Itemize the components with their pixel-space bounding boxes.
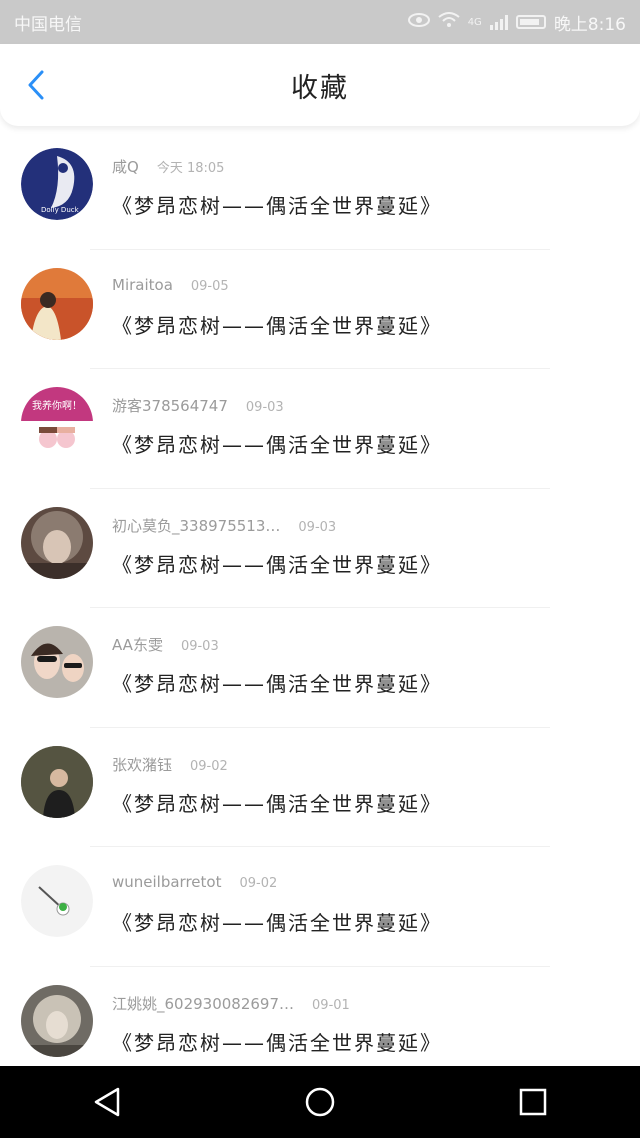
network-type-label: 4G (467, 16, 482, 28)
timestamp: 09-05 (190, 278, 229, 294)
clock-label: 晚上8:16 (553, 14, 626, 35)
list-item[interactable]: Miraitoa 09-05 《梦昂恋树——偶活全世界蔓延》 (0, 250, 640, 369)
avatar (21, 506, 93, 579)
user-name[interactable]: 初心莫负_338975513… (112, 517, 280, 535)
user-name[interactable]: 游客378564747 (112, 397, 228, 415)
square-recents-icon (520, 1088, 547, 1116)
nav-recents-button[interactable] (503, 1072, 563, 1132)
nav-home-button[interactable] (290, 1072, 350, 1132)
wifi-icon (438, 12, 460, 32)
avatar (21, 865, 93, 937)
list-item[interactable]: 张欢潴钰 09-02 《梦昂恋树——偶活全世界蔓延》 (0, 728, 640, 847)
timestamp: 09-03 (298, 519, 337, 535)
header-bar: 收藏 (0, 44, 640, 126)
user-name[interactable]: AA东雯 (112, 636, 163, 654)
avatar (21, 626, 93, 698)
favorites-list: Dolly Duck 咸Q 今天 18:05 《梦昂恋树——偶活全世界蔓延》 Mi… (0, 130, 640, 1086)
user-name[interactable]: wuneilbarretot (112, 873, 221, 891)
user-name[interactable]: 张欢潴钰 (112, 756, 172, 774)
timestamp: 09-02 (190, 758, 228, 774)
list-item[interactable]: Dolly Duck 咸Q 今天 18:05 《梦昂恋树——偶活全世界蔓延》 (0, 130, 640, 250)
user-name[interactable]: 咸Q (112, 158, 139, 176)
nav-back-button[interactable] (77, 1072, 137, 1132)
system-nav-bar (0, 1066, 640, 1138)
timestamp: 09-02 (239, 876, 278, 891)
timestamp: 09-03 (180, 639, 219, 654)
favorite-title[interactable]: 《梦昂恋树——偶活全世界蔓延》 (112, 549, 442, 578)
carrier-label: 中国电信 (14, 14, 82, 35)
favorite-title[interactable]: 《梦昂恋树——偶活全世界蔓延》 (112, 190, 442, 219)
favorite-title[interactable]: 《梦昂恋树——偶活全世界蔓延》 (112, 429, 442, 458)
list-item[interactable]: wuneilbarretot 09-02 《梦昂恋树——偶活全世界蔓延》 (0, 847, 640, 967)
avatar (21, 984, 93, 1057)
favorite-title[interactable]: 《梦昂恋树——偶活全世界蔓延》 (112, 310, 442, 339)
user-name[interactable]: Miraitoa (112, 276, 173, 294)
avatar: 我养你啊！ (21, 387, 93, 459)
favorite-title[interactable]: 《梦昂恋树——偶活全世界蔓延》 (112, 788, 442, 817)
list-item[interactable]: 初心莫负_338975513… 09-03 《梦昂恋树——偶活全世界蔓延》 (0, 489, 640, 608)
list-item[interactable]: AA东雯 09-03 《梦昂恋树——偶活全世界蔓延》 (0, 608, 640, 728)
favorite-title[interactable]: 《梦昂恋树——偶活全世界蔓延》 (112, 668, 442, 697)
user-name[interactable]: 江姚姚_602930082697… (112, 995, 294, 1013)
avatar: Dolly Duck (21, 148, 93, 220)
triangle-back-icon (94, 1087, 119, 1117)
battery-icon (515, 15, 546, 29)
status-bar: 中国电信 4G 晚上8:16 (0, 0, 640, 44)
chevron-left-icon (28, 70, 44, 100)
timestamp: 今天 18:05 (156, 161, 225, 176)
eye-comfort-icon (407, 13, 430, 31)
status-icons: 4G 晚上8:16 (407, 10, 626, 35)
avatar-caption: 我养你啊！ (32, 399, 82, 412)
signal-icon (489, 14, 508, 30)
favorite-title[interactable]: 《梦昂恋树——偶活全世界蔓延》 (112, 1027, 442, 1056)
avatar (21, 267, 93, 340)
timestamp: 09-03 (245, 400, 284, 415)
back-button[interactable] (18, 66, 54, 104)
favorite-title[interactable]: 《梦昂恋树——偶活全世界蔓延》 (112, 907, 442, 936)
circle-home-icon (305, 1087, 335, 1117)
avatar-logo-text: Dolly Duck (41, 206, 80, 214)
page-title: 收藏 (291, 72, 349, 104)
avatar (21, 745, 93, 818)
timestamp: 09-01 (312, 997, 350, 1013)
list-item[interactable]: 我养你啊！ 游客378564747 09-03 《梦昂恋树——偶活全世界蔓延》 (0, 369, 640, 489)
